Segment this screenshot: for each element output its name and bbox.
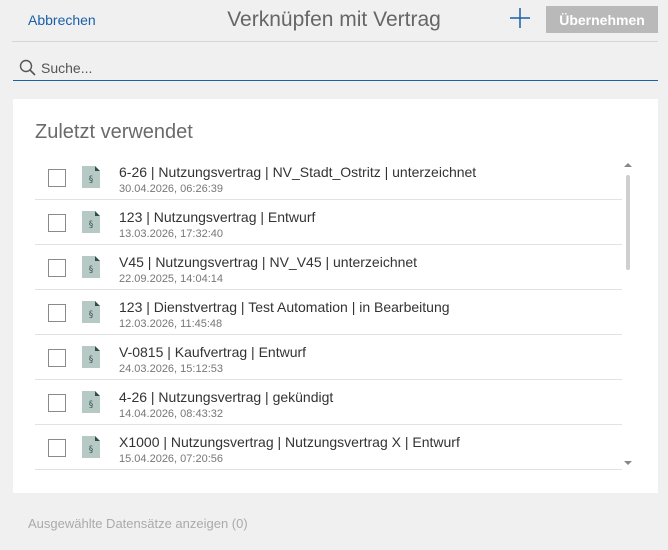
row-title: V45 | Nutzungsvertrag | NV_V45 | unterze…	[119, 254, 418, 270]
document-paragraph-icon: §	[82, 346, 100, 368]
list-item[interactable]: § 123 | Nutzungsvertrag | Entwurf 13.03.…	[35, 200, 622, 245]
svg-text:§: §	[89, 310, 94, 320]
row-title: 123 | Dienstvertrag | Test Automation | …	[119, 299, 450, 315]
recent-list: § 6-26 | Nutzungsvertrag | NV_Stadt_Ostr…	[35, 155, 622, 470]
search-input[interactable]	[41, 57, 641, 79]
row-title: X1000 | Nutzungsvertrag | Nutzungsvertra…	[119, 434, 460, 450]
svg-text:§: §	[89, 220, 94, 230]
row-date: 15.04.2026, 07:20:56	[119, 453, 223, 465]
row-checkbox[interactable]	[48, 214, 66, 232]
list-item[interactable]: § X1000 | Nutzungsvertrag | Nutzungsvert…	[35, 425, 622, 470]
document-paragraph-icon: §	[82, 166, 100, 188]
svg-text:§: §	[89, 265, 94, 275]
list-item[interactable]: § 4-26 | Nutzungsvertrag | gekündigt 14.…	[35, 380, 622, 425]
svg-text:§: §	[89, 445, 94, 455]
search-bar	[13, 56, 658, 81]
list-item[interactable]: § 6-26 | Nutzungsvertrag | NV_Stadt_Ostr…	[35, 155, 622, 200]
scroll-up-arrow-icon[interactable]	[623, 161, 633, 169]
section-title: Zuletzt verwendet	[35, 121, 193, 143]
document-paragraph-icon: §	[82, 211, 100, 233]
row-date: 14.04.2026, 08:43:32	[119, 408, 223, 420]
recent-panel: Zuletzt verwendet § 6-26 | Nutzungsvertr…	[13, 99, 658, 493]
list-item[interactable]: § V45 | Nutzungsvertrag | NV_V45 | unter…	[35, 245, 622, 290]
row-title: 123 | Nutzungsvertrag | Entwurf	[119, 209, 316, 225]
row-date: 24.03.2026, 15:12:53	[119, 363, 223, 375]
row-checkbox[interactable]	[48, 304, 66, 322]
scrollbar-thumb[interactable]	[626, 175, 630, 270]
document-paragraph-icon: §	[82, 436, 100, 458]
header-divider	[12, 41, 658, 42]
dialog-header: Abbrechen Verknüpfen mit Vertrag Überneh…	[0, 0, 668, 42]
svg-text:§: §	[89, 400, 94, 410]
row-checkbox[interactable]	[48, 259, 66, 277]
row-checkbox[interactable]	[48, 349, 66, 367]
list-item[interactable]: § V-0815 | Kaufvertrag | Entwurf 24.03.2…	[35, 335, 622, 380]
row-title: 4-26 | Nutzungsvertrag | gekündigt	[119, 389, 334, 405]
row-date: 12.03.2026, 11:45:48	[119, 318, 223, 330]
plus-icon[interactable]	[508, 6, 532, 30]
document-paragraph-icon: §	[82, 391, 100, 413]
row-date: 22.09.2025, 14:04:14	[119, 273, 223, 285]
document-paragraph-icon: §	[82, 256, 100, 278]
row-title: V-0815 | Kaufvertrag | Entwurf	[119, 344, 307, 360]
svg-text:§: §	[89, 175, 94, 185]
row-checkbox[interactable]	[48, 439, 66, 457]
search-icon	[19, 59, 36, 76]
show-selected-link[interactable]: Ausgewählte Datensätze anzeigen (0)	[28, 516, 248, 531]
document-paragraph-icon: §	[82, 301, 100, 323]
row-checkbox[interactable]	[48, 169, 66, 187]
row-title: 6-26 | Nutzungsvertrag | NV_Stadt_Ostrit…	[119, 164, 477, 180]
row-date: 13.03.2026, 17:32:40	[119, 228, 223, 240]
svg-text:§: §	[89, 355, 94, 365]
row-date: 30.04.2026, 06:26:39	[119, 183, 223, 195]
row-checkbox[interactable]	[48, 394, 66, 412]
scroll-down-arrow-icon[interactable]	[623, 459, 633, 467]
apply-button[interactable]: Übernehmen	[546, 6, 658, 33]
list-item[interactable]: § 123 | Dienstvertrag | Test Automation …	[35, 290, 622, 335]
